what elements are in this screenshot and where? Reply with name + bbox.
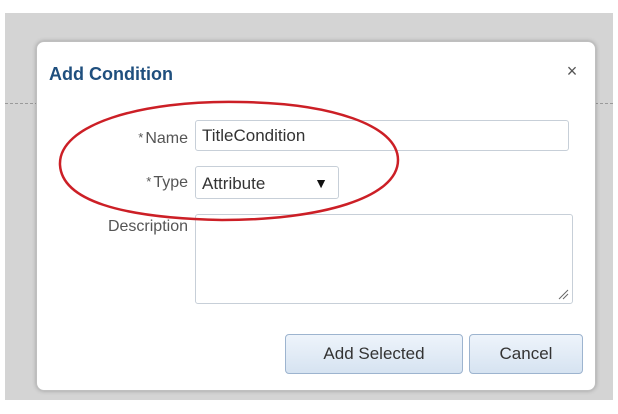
dropdown-arrow-icon: ▼ (314, 175, 328, 191)
resize-grip-icon[interactable] (557, 288, 569, 300)
type-label-text: Type (153, 174, 188, 191)
name-input[interactable] (195, 120, 569, 151)
close-icon[interactable]: × (563, 62, 581, 80)
type-required-marker: * (146, 174, 152, 189)
description-textarea[interactable] (195, 214, 573, 304)
name-required-marker: * (138, 130, 144, 145)
add-condition-dialog: Add Condition × *Name *Type Attribute ▼ … (36, 41, 596, 391)
dialog-title: Add Condition (49, 64, 173, 84)
cancel-button[interactable]: Cancel (469, 334, 583, 374)
name-label-text: Name (145, 130, 188, 147)
type-label: * Type (146, 174, 188, 192)
type-select[interactable]: Attribute ▼ (195, 166, 339, 199)
type-select-value: Attribute (202, 174, 266, 193)
name-label: * Name (138, 130, 188, 148)
add-selected-button[interactable]: Add Selected (285, 334, 463, 374)
description-label: Description (107, 218, 188, 235)
